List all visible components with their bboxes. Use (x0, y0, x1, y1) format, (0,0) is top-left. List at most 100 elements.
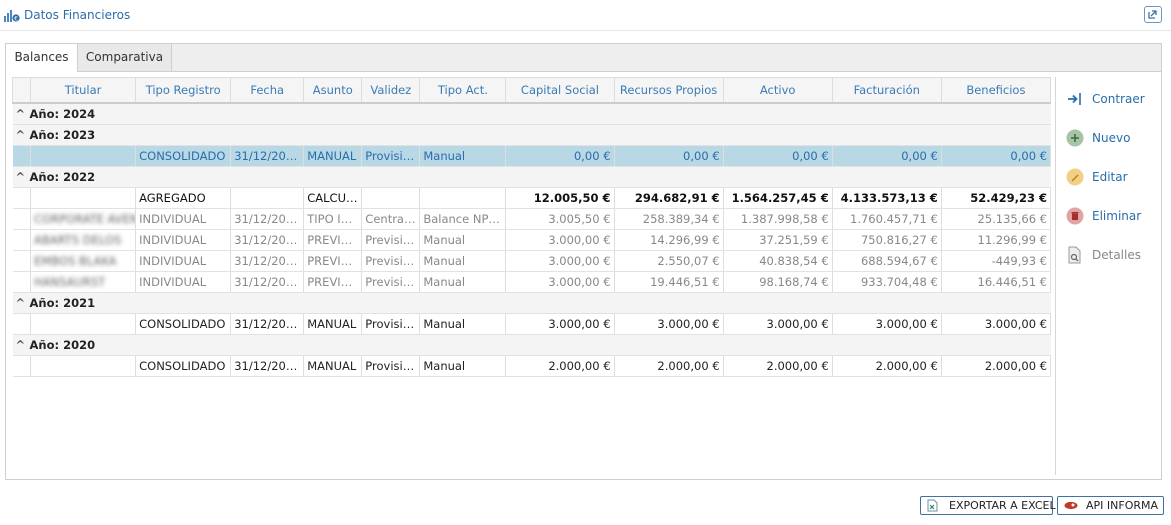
group-cell[interactable]: ^ Año: 2021 (12, 292, 1051, 314)
table-cell (361, 187, 421, 209)
api-informa-label: API INFORMA (1086, 499, 1159, 512)
table-row[interactable]: HANSAURST INDIVIDUAL 31/12/2022 PREVISI ...… (12, 271, 1052, 293)
column-header[interactable]: Activo (722, 77, 833, 104)
column-header[interactable]: Recursos Propios (613, 77, 724, 104)
column-header[interactable]: Tipo Act. (419, 77, 507, 104)
table-cell: 40.838,54 € (723, 250, 833, 272)
api-informa-button[interactable]: API INFORMA (1057, 496, 1164, 515)
svg-text:€: € (14, 15, 18, 22)
row-indent (12, 250, 32, 272)
collapse-caret-icon[interactable]: ^ (16, 296, 30, 310)
column-header[interactable]: Tipo Registro (135, 77, 232, 104)
action-editar[interactable]: Editar (1066, 168, 1156, 188)
table-cell: INDIVIDUAL (135, 208, 232, 230)
table-row[interactable]: ABARTS DELOS INDIVIDUAL 31/12/2022 PREVISI … (12, 229, 1052, 251)
collapse-caret-icon[interactable]: ^ (16, 128, 30, 142)
tab-balances[interactable]: Balances (6, 44, 78, 72)
table-row[interactable]: AGREGADO CALCUL... 12.005,50 €294.682,91 €… (12, 187, 1052, 209)
table-cell: 2.000,00 € (614, 355, 724, 377)
action-label: Editar (1092, 170, 1128, 184)
collapse-caret-icon[interactable]: ^ (16, 338, 30, 352)
column-header[interactable]: Beneficios (940, 77, 1052, 104)
action-detalles[interactable]: Detalles (1066, 246, 1156, 266)
table-row[interactable]: CONSOLIDADO 31/12/2023 MANUAL Provisio... Ma… (12, 145, 1052, 167)
action-label: Detalles (1092, 248, 1141, 262)
table-cell: AGREGADO (135, 187, 232, 209)
table-cell: 3.000,00 € (505, 271, 615, 293)
table-cell: Previsió... (361, 250, 421, 272)
column-header[interactable]: Capital Social (505, 77, 615, 104)
table-cell: PREVISI ... (303, 271, 363, 293)
collapse-caret-icon[interactable]: ^ (16, 170, 30, 184)
table-cell (30, 355, 137, 377)
group-cell[interactable]: ^ Año: 2024 (12, 103, 1051, 125)
tab-comparativa[interactable]: Comparativa (78, 44, 172, 71)
action-contraer[interactable]: Contraer (1066, 90, 1156, 110)
table-cell: 31/12/2022 (230, 208, 305, 230)
table-cell: HANSAURST (30, 271, 137, 293)
export-excel-label: EXPORTAR A EXCEL (949, 499, 1056, 512)
table-cell: 2.000,00 € (505, 355, 615, 377)
table-cell: Manual (419, 250, 507, 272)
row-indent (12, 187, 32, 209)
column-header[interactable]: Validez (361, 77, 421, 104)
group-label: Año: 2022 (29, 170, 96, 184)
table-cell: MANUAL (303, 313, 363, 335)
table-cell: 1.387.998,58 € (723, 208, 833, 230)
column-header[interactable]: Facturación (831, 77, 942, 104)
table-cell: 750.816,27 € (832, 229, 942, 251)
table-row[interactable]: EMBOS BLAKA INDIVIDUAL 31/12/2022 PREVISI .… (12, 250, 1052, 272)
column-header[interactable]: Fecha (230, 77, 305, 104)
group-row[interactable]: ^ Año: 2022 (12, 166, 1051, 188)
external-link-button[interactable] (1144, 6, 1162, 23)
table-cell: TIPO IN... (303, 208, 363, 230)
table-cell: 3.000,00 € (505, 250, 615, 272)
table-cell: 11.296,99 € (941, 229, 1052, 251)
group-cell[interactable]: ^ Año: 2023 (12, 124, 1051, 146)
export-excel-button[interactable]: EXPORTAR A EXCEL (920, 496, 1056, 515)
table-cell: 0,00 € (505, 145, 615, 167)
table-cell: 3.000,00 € (723, 313, 833, 335)
group-row[interactable]: ^ Año: 2023 (12, 124, 1051, 146)
table-cell: INDIVIDUAL (135, 271, 232, 293)
table-cell: 1.760.457,71 € (832, 208, 942, 230)
collapse-caret-icon[interactable]: ^ (16, 107, 30, 121)
table-cell (30, 145, 137, 167)
group-row[interactable]: ^ Año: 2021 (12, 292, 1051, 314)
table-cell: -449,93 € (941, 250, 1052, 272)
collapse-arrow-icon (1066, 90, 1084, 108)
group-cell[interactable]: ^ Año: 2020 (12, 334, 1051, 356)
table-cell: 2.000,00 € (832, 355, 942, 377)
table-cell: 31/12/2021 (230, 313, 305, 335)
table-cell: Provisio... (361, 145, 421, 167)
group-label: Año: 2021 (29, 296, 96, 310)
table-cell: 19.446,51 € (614, 271, 724, 293)
table-cell: 2.000,00 € (723, 355, 833, 377)
table-cell: Manual (419, 313, 507, 335)
table-row[interactable]: CONSOLIDADO 31/12/2021 MANUAL Provisio... Ma… (12, 313, 1052, 335)
finance-chart-icon: € (4, 10, 20, 22)
table-cell: 3.000,00 € (505, 313, 615, 335)
table-row[interactable]: CORPORATE AVENT INDIVIDUAL 31/12/2022 TIPO … (12, 208, 1052, 230)
column-header[interactable]: Titular (30, 77, 137, 104)
table-cell: 2.000,00 € (941, 355, 1052, 377)
informa-logo-icon (1064, 501, 1078, 510)
table-cell: INDIVIDUAL (135, 250, 232, 272)
action-nuevo[interactable]: Nuevo (1066, 129, 1156, 149)
table-cell: 25.135,66 € (941, 208, 1052, 230)
table-cell: 0,00 € (832, 145, 942, 167)
row-indent (12, 229, 32, 251)
group-row[interactable]: ^ Año: 2024 (12, 103, 1051, 125)
table-cell: MANUAL (303, 145, 363, 167)
action-eliminar[interactable]: Eliminar (1066, 207, 1156, 227)
table-cell: 258.389,34 € (614, 208, 724, 230)
group-row[interactable]: ^ Año: 2020 (12, 334, 1051, 356)
header-spacer (11, 77, 32, 104)
group-cell[interactable]: ^ Año: 2022 (12, 166, 1051, 188)
redacted-titular: EMBOS BLAKA (34, 254, 117, 268)
table-cell: 12.005,50 € (505, 187, 615, 209)
redacted-titular: CORPORATE AVENT (34, 212, 136, 226)
column-header[interactable]: Asunto (303, 77, 363, 104)
table-row[interactable]: CONSOLIDADO 31/12/2020 MANUAL Provisio... Ma… (12, 355, 1052, 377)
redacted-titular: ABARTS DELOS (34, 233, 122, 247)
